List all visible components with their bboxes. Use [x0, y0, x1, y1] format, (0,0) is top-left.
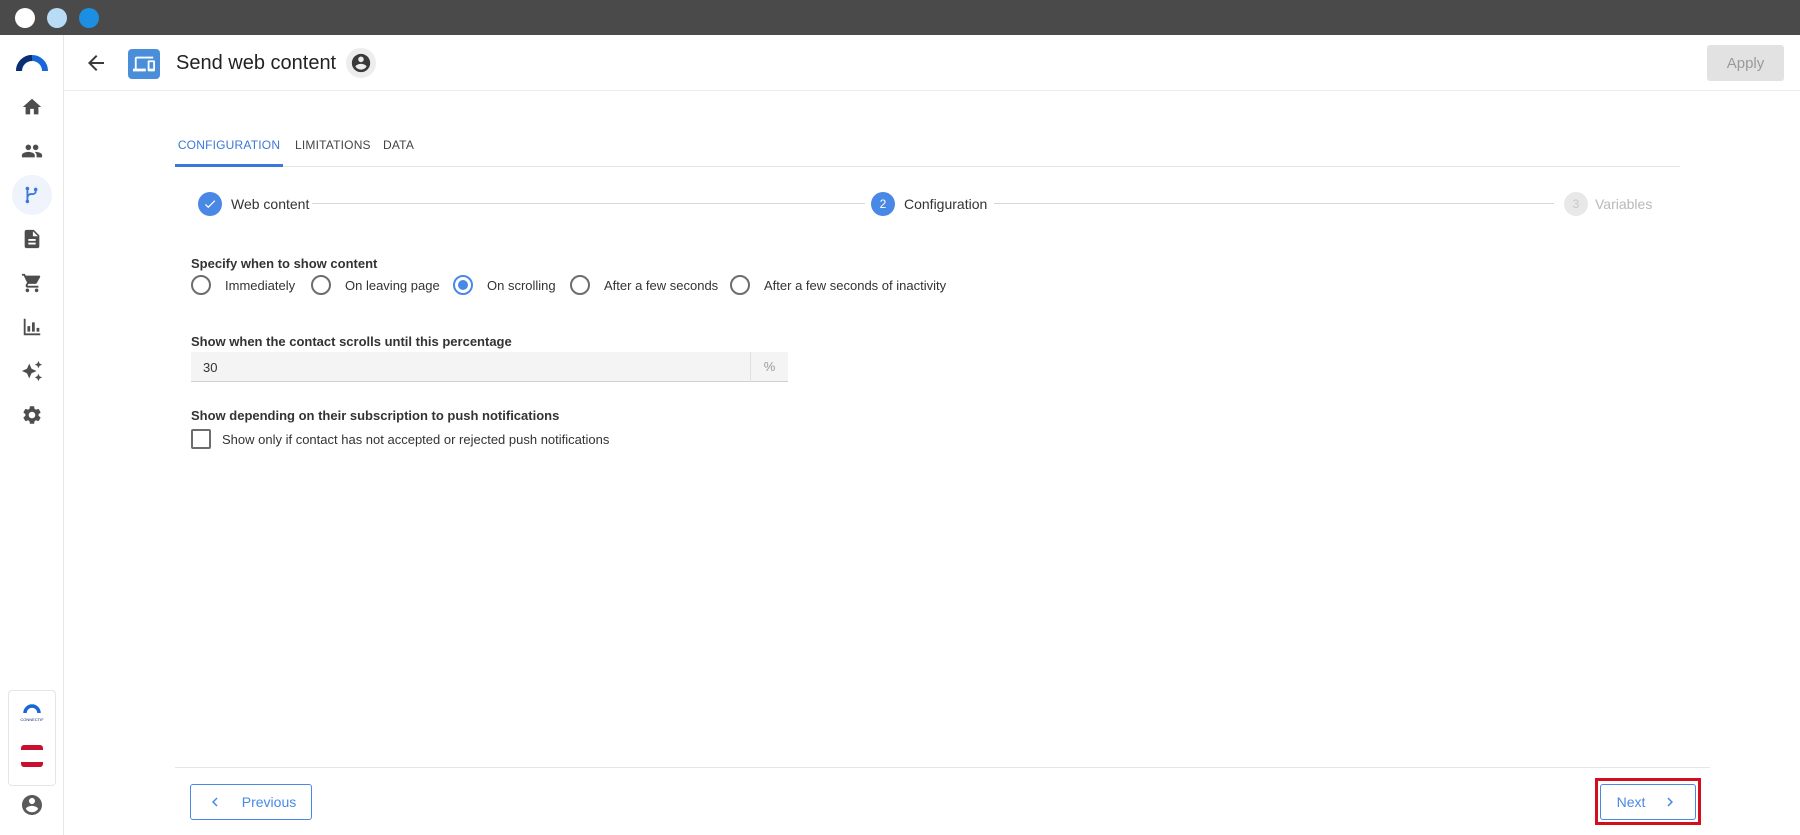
- window-maximize-button[interactable]: [79, 8, 99, 28]
- tab-data[interactable]: DATA: [383, 130, 414, 167]
- tab-configuration[interactable]: CONFIGURATION: [175, 130, 283, 167]
- radio-label: On leaving page: [345, 277, 440, 293]
- workspace-panel: CONNECTIF: [8, 690, 56, 786]
- window-close-button[interactable]: [15, 8, 35, 28]
- sidebar-item-home[interactable]: [12, 87, 52, 127]
- scroll-percentage-input[interactable]: [191, 352, 750, 382]
- gear-icon: [23, 406, 41, 424]
- radio-label: After a few seconds: [604, 277, 719, 293]
- connectif-brand-text: CONNECTIF: [20, 717, 44, 722]
- next-button-label: Next: [1616, 794, 1646, 810]
- radio-on-scrolling[interactable]: On scrolling: [453, 274, 556, 296]
- chevron-left-icon: [211, 797, 218, 807]
- home-icon: [22, 98, 42, 115]
- account-circle-icon[interactable]: [20, 793, 44, 817]
- window-titlebar: [0, 0, 1800, 35]
- sparkle-icon: [21, 360, 43, 382]
- next-button[interactable]: Next: [1600, 784, 1696, 820]
- radio-after-a-few-seconds[interactable]: After a few seconds: [570, 274, 718, 296]
- sidebar-item-content[interactable]: [12, 219, 52, 259]
- radio-label: Immediately: [225, 277, 296, 293]
- chevron-right-icon: [1667, 797, 1674, 807]
- sidebar-item-ecommerce[interactable]: [12, 263, 52, 303]
- tab-bar: CONFIGURATION LIMITATIONS DATA: [175, 130, 1680, 167]
- page-title: Send web content: [176, 52, 337, 74]
- step-connector: [994, 203, 1554, 204]
- radio-circle[interactable]: [570, 275, 590, 295]
- sidebar-item-settings[interactable]: [12, 395, 52, 435]
- radio-circle[interactable]: [730, 275, 750, 295]
- scroll-percentage-field: %: [191, 352, 788, 382]
- push-subscription-checkbox-row[interactable]: Show only if contact has not accepted or…: [191, 429, 609, 449]
- people-icon: [21, 144, 43, 158]
- step-2-label: Configuration: [904, 196, 988, 212]
- show-when-radio-group: Immediately On leaving page On scrolling…: [191, 274, 1091, 296]
- sidebar-item-workflows[interactable]: [12, 175, 52, 215]
- radio-label: After a few seconds of inactivity: [764, 277, 947, 293]
- window-minimize-button[interactable]: [47, 8, 67, 28]
- step-3-number: 3: [1564, 192, 1588, 216]
- bar-chart-icon: [23, 318, 41, 336]
- sidebar-item-contacts[interactable]: [12, 131, 52, 171]
- step-3-label: Variables: [1595, 196, 1653, 212]
- push-subscription-checkbox[interactable]: [191, 429, 211, 449]
- account-circle-icon: [351, 53, 371, 73]
- step-2-number: 2: [871, 192, 895, 216]
- spain-flag-icon[interactable]: [21, 745, 43, 767]
- workflow-branch-icon: [25, 186, 38, 204]
- back-arrow-icon[interactable]: [84, 51, 108, 75]
- apply-button[interactable]: Apply: [1707, 45, 1784, 81]
- show-when-label: Specify when to show content: [191, 256, 378, 271]
- tab-limitations[interactable]: LIMITATIONS: [295, 130, 371, 167]
- brand-logo-icon[interactable]: [16, 51, 48, 73]
- radio-circle[interactable]: [191, 275, 211, 295]
- stepper: Web content 2 Configuration 3 Variables: [198, 192, 1653, 216]
- radio-circle[interactable]: [453, 275, 473, 295]
- step-1-completed-indicator: [198, 192, 222, 216]
- sidebar-item-ai[interactable]: [12, 351, 52, 391]
- page-header: Send web content Apply: [64, 35, 1800, 91]
- check-icon: [204, 200, 216, 209]
- web-content-app-icon: [128, 49, 160, 79]
- radio-immediately[interactable]: Immediately: [191, 274, 295, 296]
- previous-button-label: Previous: [241, 794, 297, 810]
- sidebar-item-analytics[interactable]: [12, 307, 52, 347]
- push-subscription-checkbox-label: Show only if contact has not accepted or…: [222, 431, 610, 447]
- sidebar: CONNECTIF: [0, 35, 64, 835]
- push-subscription-label: Show depending on their subscription to …: [191, 408, 560, 423]
- previous-button[interactable]: Previous: [190, 784, 312, 820]
- radio-on-leaving-page[interactable]: On leaving page: [311, 274, 440, 296]
- document-icon: [24, 229, 40, 249]
- devices-icon: [133, 56, 155, 72]
- radio-circle[interactable]: [311, 275, 331, 295]
- step-1-label: Web content: [231, 196, 310, 212]
- radio-label: On scrolling: [487, 277, 556, 293]
- percent-suffix: %: [750, 352, 788, 382]
- connectif-logo-icon[interactable]: CONNECTIF: [17, 701, 47, 723]
- cart-icon: [21, 273, 41, 293]
- step-connector: [312, 203, 865, 204]
- footer-divider: [175, 767, 1710, 768]
- owner-button[interactable]: [346, 48, 376, 78]
- scroll-percentage-label: Show when the contact scrolls until this…: [191, 334, 512, 349]
- radio-after-inactivity[interactable]: After a few seconds of inactivity: [730, 274, 946, 296]
